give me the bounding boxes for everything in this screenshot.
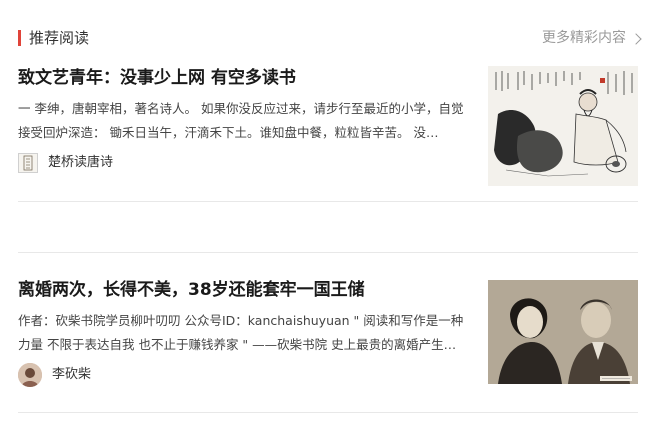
- divider: [18, 201, 638, 202]
- author-name[interactable]: 楚桥读唐诗: [48, 152, 113, 174]
- chevron-right-icon: [630, 32, 642, 45]
- article-title[interactable]: 离婚两次，长得不美，38岁还能套牢一国王储: [18, 278, 468, 302]
- author-link[interactable]: 楚桥读唐诗: [18, 152, 113, 174]
- divider: [18, 412, 638, 413]
- more-content-label[interactable]: 更多精彩内容: [542, 28, 626, 48]
- article-thumbnail[interactable]: [488, 66, 638, 186]
- section-accent-bar: [18, 30, 21, 46]
- author-link[interactable]: 李砍柴: [18, 363, 91, 387]
- article-summary: 一 李绅，唐朝宰相，著名诗人。 如果你没反应过来，请步行至最近的小学，自觉接受回…: [18, 101, 464, 140]
- author-avatar[interactable]: [18, 153, 38, 173]
- author-name[interactable]: 李砍柴: [52, 364, 91, 386]
- article-card[interactable]: 致文艺青年：没事少上网 有空多读书 一 李绅，唐朝宰相，著名诗人。 如果你没反应…: [18, 66, 638, 186]
- article-card[interactable]: 离婚两次，长得不美，38岁还能套牢一国王储 作者：砍柴书院学员柳叶叨叨 公众号I…: [18, 278, 638, 398]
- more-content-link[interactable]: 更多精彩内容: [542, 28, 642, 48]
- author-avatar[interactable]: [18, 363, 42, 387]
- section-title: 推荐阅读: [29, 29, 90, 47]
- divider: [18, 252, 638, 253]
- article-thumbnail[interactable]: [488, 280, 638, 384]
- recommended-reading-header: 推荐阅读 更多精彩内容: [18, 26, 642, 50]
- article-summary: 作者：砍柴书院学员柳叶叨叨 公众号ID：kanchaishuyuan " 阅读和…: [18, 313, 464, 352]
- article-title[interactable]: 致文艺青年：没事少上网 有空多读书: [18, 66, 468, 90]
